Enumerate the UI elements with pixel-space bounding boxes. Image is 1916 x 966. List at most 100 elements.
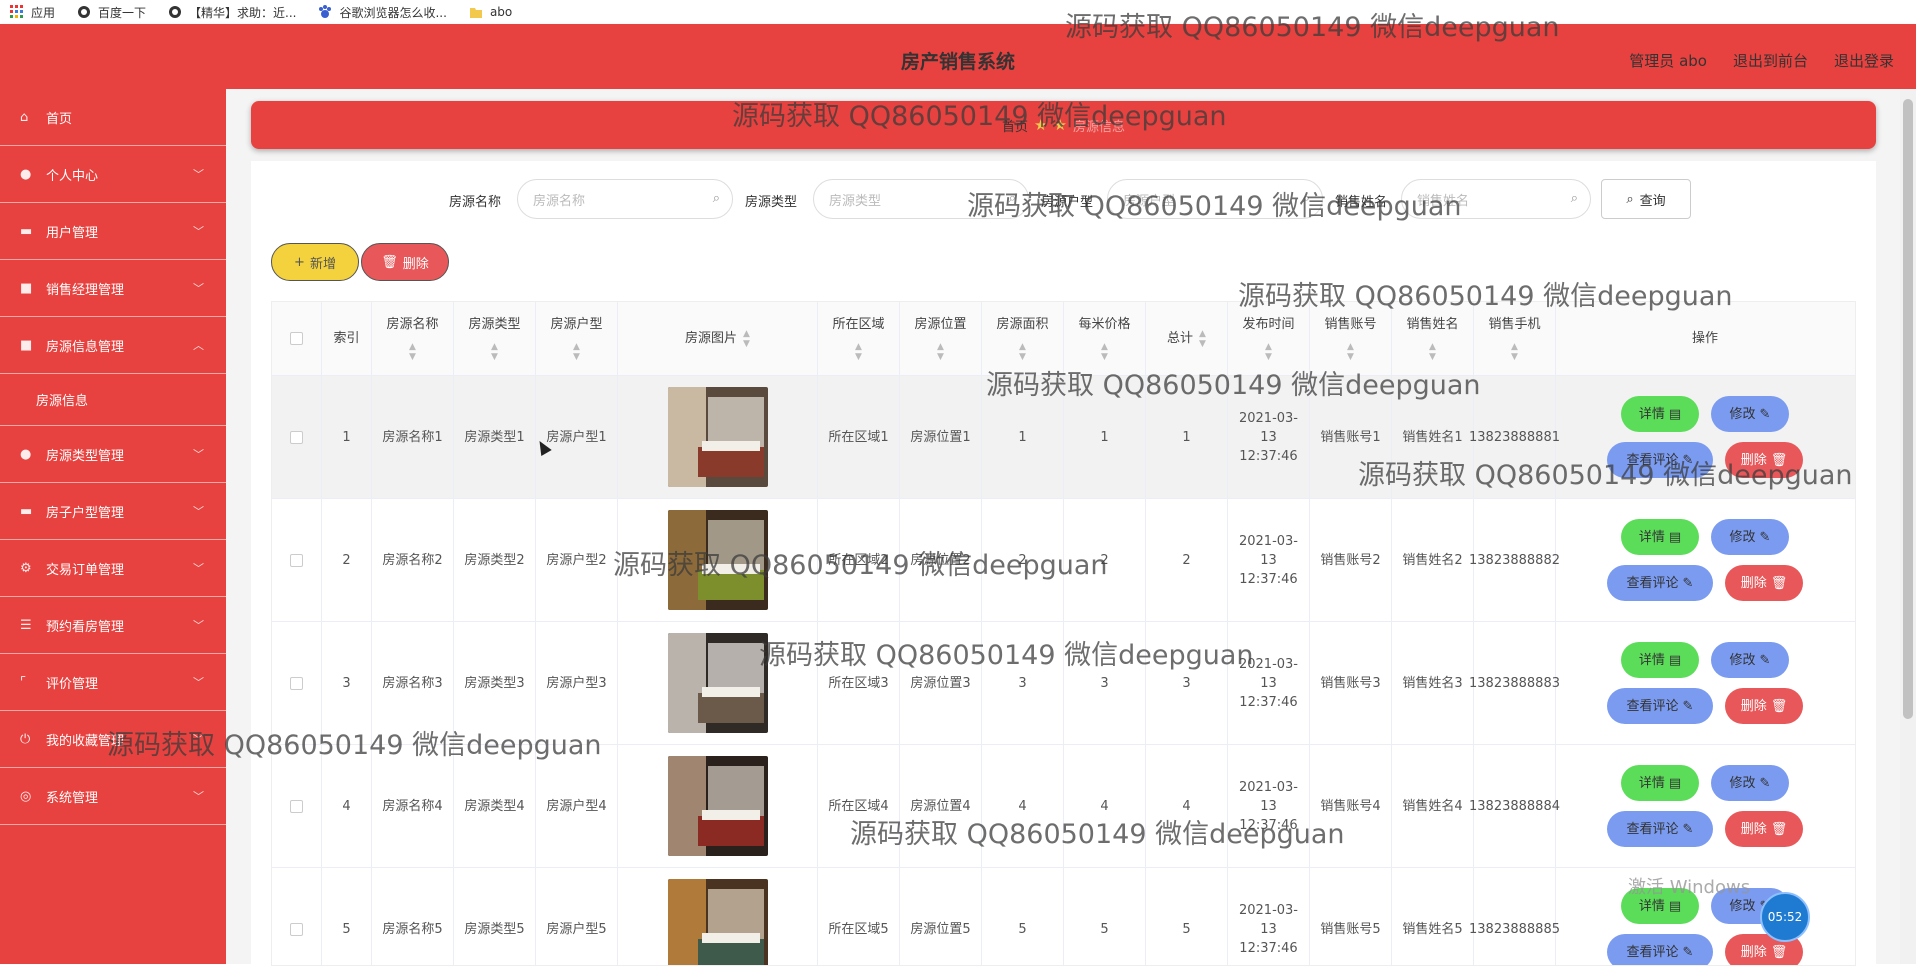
- delete-button[interactable]: 删除 🗑: [1725, 688, 1803, 724]
- row-checkbox[interactable]: [290, 676, 303, 690]
- sidebar-item-sales-manager[interactable]: ■ 销售经理管理 ﹀: [0, 260, 226, 317]
- cell-salesname: 销售姓名5: [1392, 868, 1474, 965]
- cell-text: 13823888885: [1469, 921, 1560, 937]
- sidebar-item-appointments[interactable]: ☰ 预约看房管理 ﹀: [0, 597, 226, 654]
- sidebar-item-system[interactable]: ◎ 系统管理 ﹀: [0, 768, 226, 825]
- detail-button[interactable]: 详情 ▤: [1621, 396, 1699, 432]
- bookmarks-bar: 应用 百度一下 【精华】求助：近... 谷歌浏览器怎么收... abo: [0, 0, 1916, 24]
- col-header-size[interactable]: 房源面积 ▲ ▼: [982, 302, 1064, 375]
- col-header-phone[interactable]: 销售手机 ▲ ▼: [1474, 302, 1556, 375]
- comments-label: 查看评论: [1626, 944, 1679, 960]
- logout-link[interactable]: 退出登录: [1834, 50, 1894, 71]
- trash-icon: 🗑: [1770, 452, 1788, 468]
- col-header-type[interactable]: 房源类型 ▲ ▼: [454, 302, 536, 375]
- house-photo[interactable]: [667, 879, 768, 965]
- edit-button[interactable]: 修改✎: [1711, 396, 1789, 432]
- edit-button[interactable]: 修改✎: [1711, 765, 1789, 801]
- detail-button[interactable]: 详情 ▤: [1621, 765, 1699, 801]
- bookmark-baidu[interactable]: 百度一下: [77, 4, 146, 21]
- cell-area: 所在区域3: [818, 622, 900, 744]
- col-header-account[interactable]: 销售账号 ▲ ▼: [1310, 302, 1392, 375]
- col-header-salesname[interactable]: 销售姓名 ▲ ▼: [1392, 302, 1474, 375]
- sidebar-item-favorites[interactable]: ⏻ 我的收藏管理 ﹀: [0, 711, 226, 768]
- detail-button[interactable]: 详情 ▤: [1621, 519, 1699, 555]
- edit-label: 修改: [1729, 652, 1756, 668]
- bookmark-apps[interactable]: 应用: [10, 4, 55, 21]
- select-all-cell: [272, 302, 322, 375]
- house-photo[interactable]: [667, 633, 768, 733]
- cell-area: 所在区域2: [818, 499, 900, 621]
- col-title: 总计: [1167, 331, 1194, 346]
- search-input-salesname[interactable]: 销售姓名 ⌕: [1401, 179, 1591, 219]
- scrollbar-thumb[interactable]: [1903, 99, 1913, 719]
- add-button[interactable]: + 新增: [271, 243, 359, 281]
- sidebar-item-house-info[interactable]: ■ 房源信息管理 ︿: [0, 317, 226, 374]
- cell-account: 销售账号1: [1310, 376, 1392, 498]
- house-photo[interactable]: [667, 510, 768, 610]
- delete-button[interactable]: 删除 🗑: [1725, 811, 1803, 847]
- search-input-layout[interactable]: 房源户型 ⌕: [1107, 179, 1323, 219]
- cell-text: 销售姓名4: [1402, 798, 1463, 814]
- bookmark-abo[interactable]: abo: [469, 5, 512, 19]
- delete-label: 删除: [1740, 452, 1767, 468]
- search-input-name[interactable]: 房源名称 ⌕: [517, 179, 733, 219]
- cell-ops: 详情▤ 修改✎ 查看评论✎ 删除🗑: [1556, 499, 1854, 621]
- delete-label: 删除: [1740, 575, 1767, 591]
- col-header-name[interactable]: 房源名称 ▲ ▼: [372, 302, 454, 375]
- sidebar-subitem-house-info[interactable]: 房源信息: [0, 374, 226, 426]
- col-header-photo[interactable]: 房源图片 ▲ ▼: [618, 302, 818, 375]
- row-checkbox[interactable]: [290, 922, 303, 936]
- cell-type: 房源类型5: [454, 868, 536, 965]
- delete-button[interactable]: 删除 🗑: [1725, 565, 1803, 601]
- cell-text: 4: [342, 798, 351, 814]
- bookmark-label: 谷歌浏览器怎么收...: [339, 5, 447, 20]
- query-button[interactable]: ⌕ 查询: [1601, 179, 1691, 219]
- delete-button[interactable]: 删除 🗑: [1725, 442, 1803, 478]
- sidebar-item-reviews[interactable]: ⌜ 评价管理 ﹀: [0, 654, 226, 711]
- row-actions: 详情▤ 修改✎ 查看评论✎ 删除🗑: [1607, 642, 1803, 724]
- view-comments-button[interactable]: 查看评论 ✎: [1607, 442, 1713, 478]
- sidebar-item-house-type[interactable]: ● 房源类型管理 ﹀: [0, 426, 226, 483]
- col-header-area[interactable]: 所在区域 ▲ ▼: [818, 302, 900, 375]
- row-checkbox[interactable]: [290, 799, 303, 813]
- sidebar-item-profile[interactable]: ● 个人中心 ﹀: [0, 146, 226, 203]
- sidebar-item-home[interactable]: ⌂ 首页: [0, 89, 226, 146]
- detail-button[interactable]: 详情 ▤: [1621, 642, 1699, 678]
- col-header-layout[interactable]: 房源户型 ▲ ▼: [536, 302, 618, 375]
- edit-button[interactable]: 修改✎: [1711, 519, 1789, 555]
- edit-button[interactable]: 修改✎: [1711, 642, 1789, 678]
- house-photo[interactable]: [667, 387, 768, 487]
- batch-delete-button[interactable]: 🗑 删除: [361, 243, 449, 281]
- col-header-total[interactable]: 总计 ▲ ▼: [1146, 302, 1228, 375]
- bookmark-chrome[interactable]: 谷歌浏览器怎么收...: [318, 4, 447, 21]
- view-comments-button[interactable]: 查看评论 ✎: [1607, 811, 1713, 847]
- cell-account: 销售账号2: [1310, 499, 1392, 621]
- sidebar-item-orders[interactable]: ⚙ 交易订单管理 ﹀: [0, 540, 226, 597]
- chevron-down-icon: ﹀: [193, 168, 204, 181]
- edit-label: 修改: [1729, 529, 1756, 545]
- floating-clock[interactable]: 05:52: [1760, 892, 1810, 942]
- select-all-checkbox[interactable]: [290, 332, 303, 345]
- house-photo[interactable]: [667, 756, 768, 856]
- cell-name: 房源名称1: [372, 376, 454, 498]
- col-header-time[interactable]: 发布时间 ▲ ▼: [1228, 302, 1310, 375]
- row-checkbox[interactable]: [290, 430, 303, 444]
- plus-icon: +: [294, 254, 305, 270]
- col-header-price[interactable]: 每米价格 ▲ ▼: [1064, 302, 1146, 375]
- sort-icon: ▲ ▼: [491, 342, 498, 362]
- cell-text: 房源名称1: [382, 429, 443, 445]
- back-to-front-link[interactable]: 退出到前台: [1733, 50, 1808, 71]
- view-comments-button[interactable]: 查看评论 ✎: [1607, 565, 1713, 601]
- breadcrumb-home[interactable]: 首页: [1002, 116, 1028, 135]
- col-header-position[interactable]: 房源位置 ▲ ▼: [900, 302, 982, 375]
- cell-position: 房源位置5: [900, 868, 982, 965]
- row-checkbox[interactable]: [290, 553, 303, 567]
- sidebar-item-users[interactable]: ▬ 用户管理 ﹀: [0, 203, 226, 260]
- view-comments-button[interactable]: 查看评论 ✎: [1607, 934, 1713, 965]
- view-comments-button[interactable]: 查看评论 ✎: [1607, 688, 1713, 724]
- sort-icon: ▲ ▼: [1101, 342, 1108, 362]
- bookmark-help[interactable]: 【精华】求助：近...: [168, 4, 296, 21]
- sidebar-item-layout[interactable]: ▬ 房子户型管理 ﹀: [0, 483, 226, 540]
- search-input-type[interactable]: 房源类型 ⌕: [813, 179, 1029, 219]
- vertical-scrollbar[interactable]: [1900, 89, 1916, 964]
